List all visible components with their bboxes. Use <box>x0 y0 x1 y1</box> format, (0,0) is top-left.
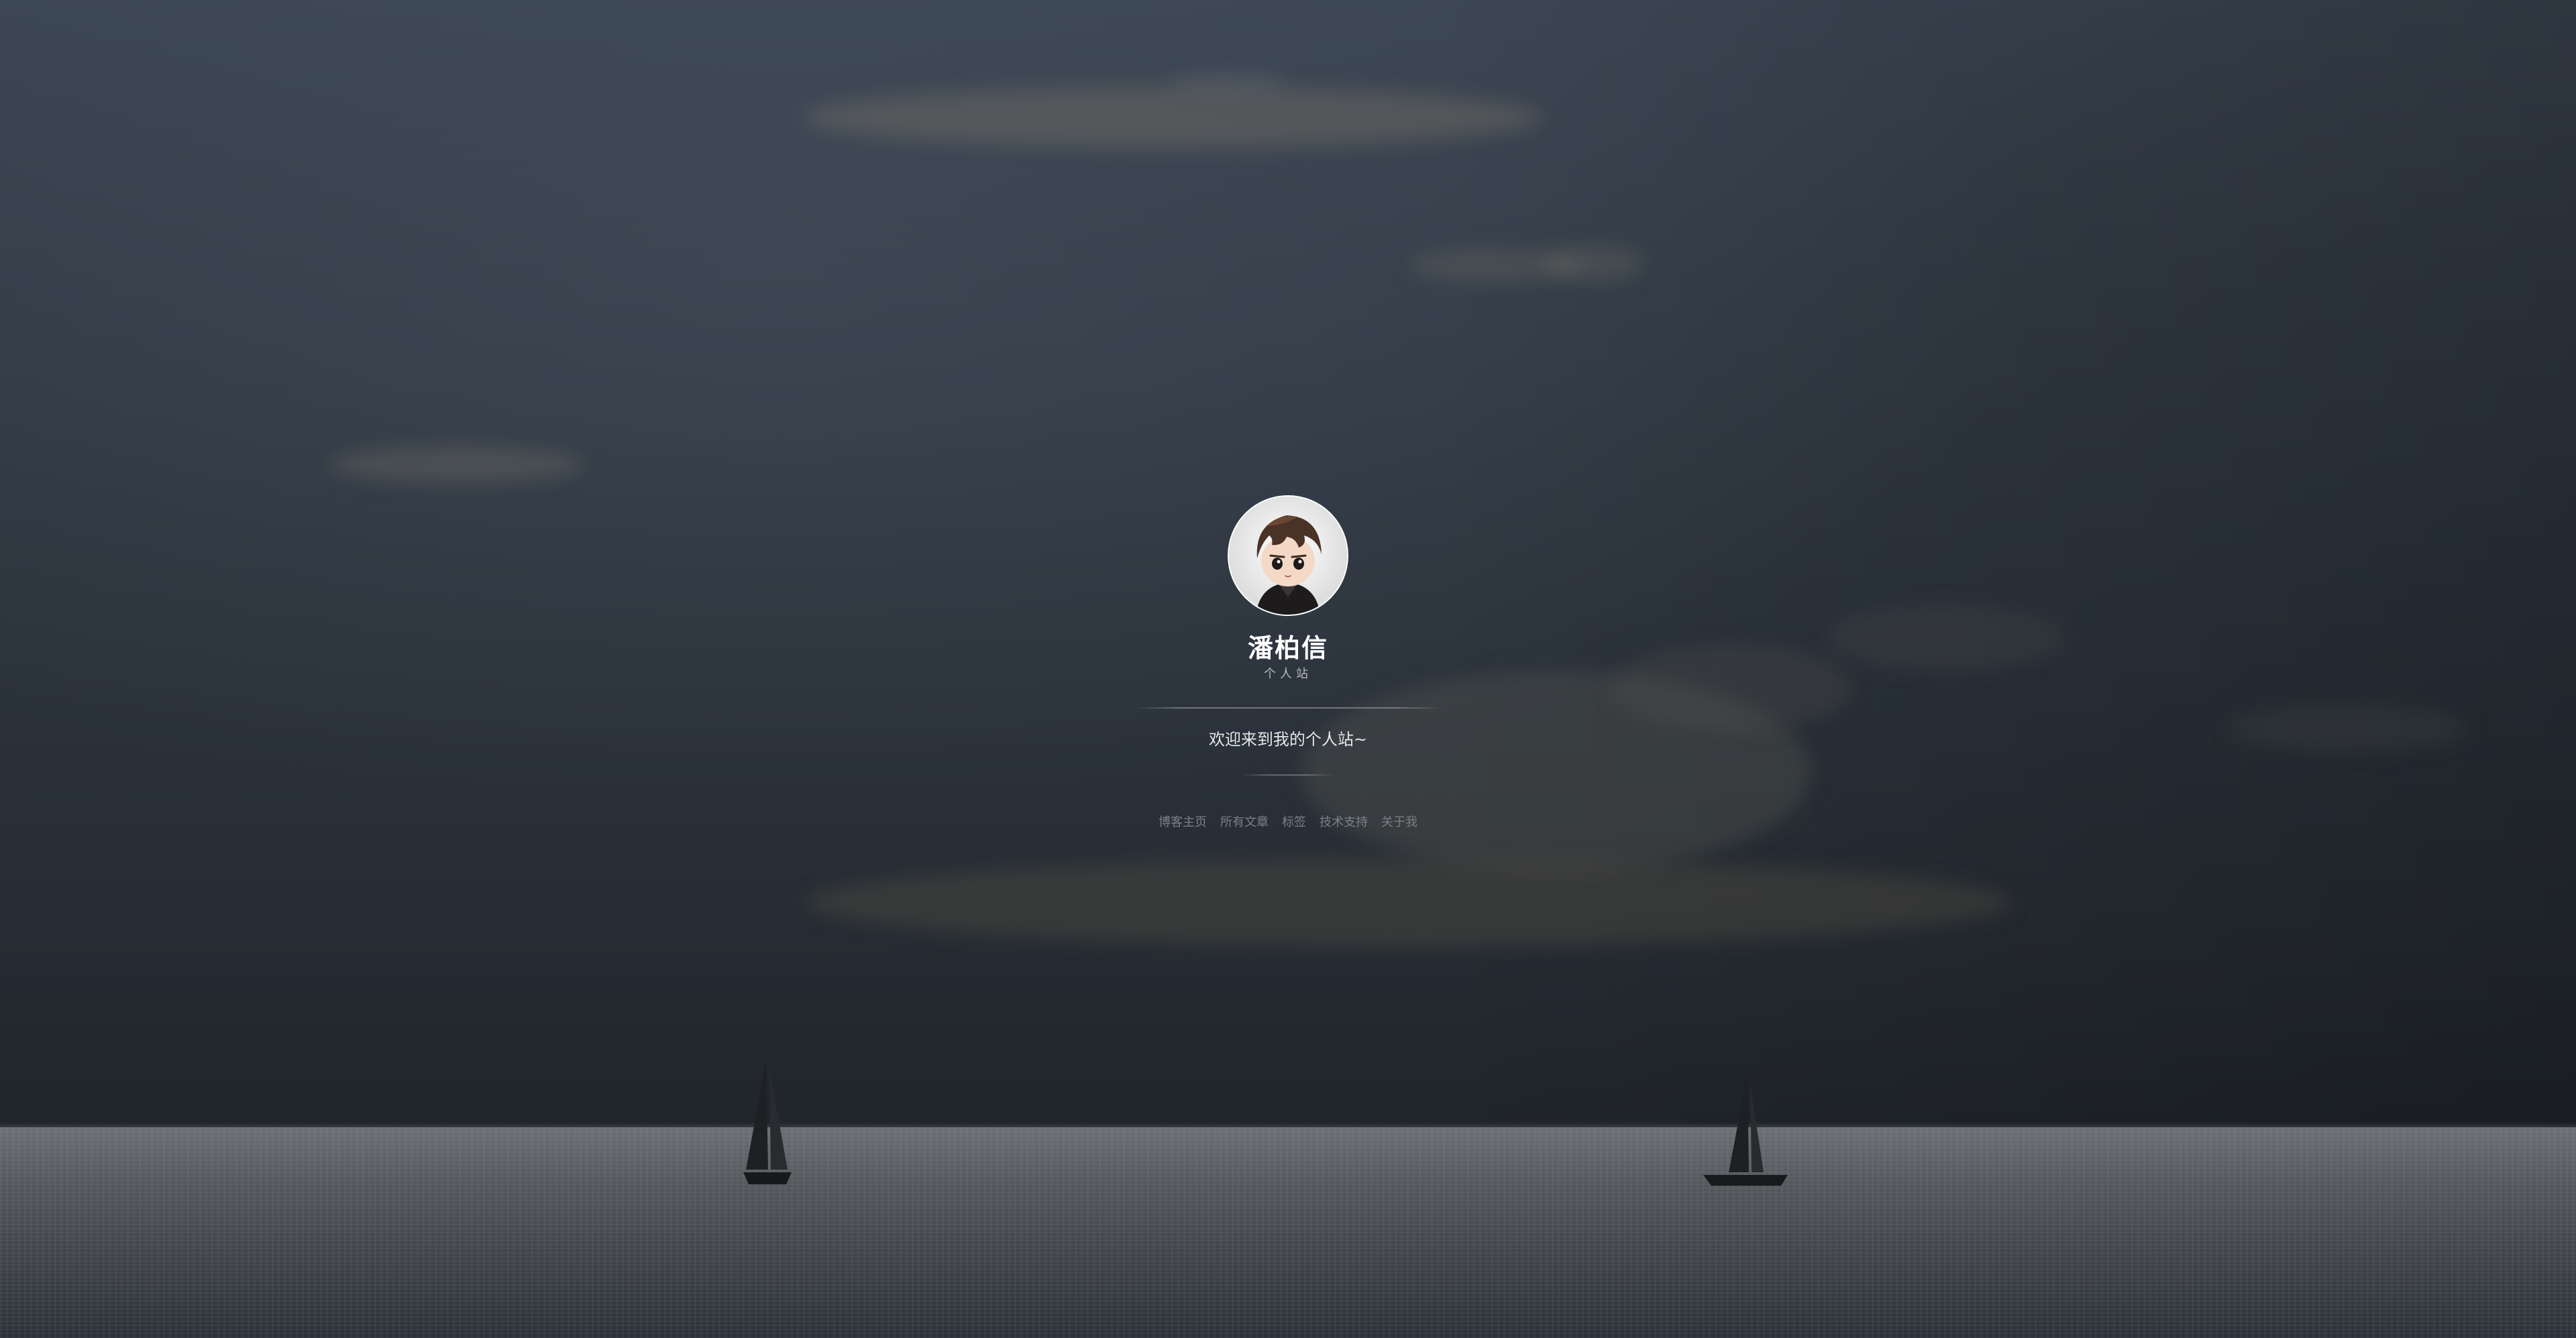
sailboat-right <box>1703 1073 1788 1186</box>
sea <box>0 1127 2576 1338</box>
divider <box>1241 774 1335 776</box>
nav-link-blog-home[interactable]: 博客主页 <box>1159 815 1207 831</box>
nav-link-tech-support[interactable]: 技术支持 <box>1320 815 1368 831</box>
cloud <box>1825 604 2066 671</box>
cloud <box>329 446 584 483</box>
sail-icon <box>1729 1073 1749 1172</box>
cloud <box>1610 644 1851 731</box>
avatar[interactable] <box>1228 495 1348 616</box>
cloud <box>1543 245 1644 282</box>
welcome-tagline: 欢迎来到我的个人站~ <box>1208 730 1368 749</box>
site-owner-name: 潘柏信 <box>1247 633 1328 663</box>
sailboat-left <box>743 1061 792 1184</box>
cloud <box>805 87 1543 148</box>
nav-link-about-me[interactable]: 关于我 <box>1381 815 1417 831</box>
main-nav: 博客主页 所有文章 标签 技术支持 关于我 <box>1107 815 1469 831</box>
sail-icon <box>746 1061 768 1170</box>
cloud <box>805 859 2012 946</box>
cloud <box>2227 705 2469 752</box>
site-subtitle: 个人站 <box>1264 667 1312 681</box>
cartoon-boy-avatar-icon <box>1229 497 1347 615</box>
nav-link-all-posts[interactable]: 所有文章 <box>1220 815 1269 831</box>
page-background: 潘柏信 个人站 欢迎来到我的个人站~ 博客主页 所有文章 标签 技术支持 关于我 <box>0 0 2576 1338</box>
nav-link-tags[interactable]: 标签 <box>1282 815 1306 831</box>
cloud <box>1167 72 1288 93</box>
divider <box>1134 707 1442 709</box>
